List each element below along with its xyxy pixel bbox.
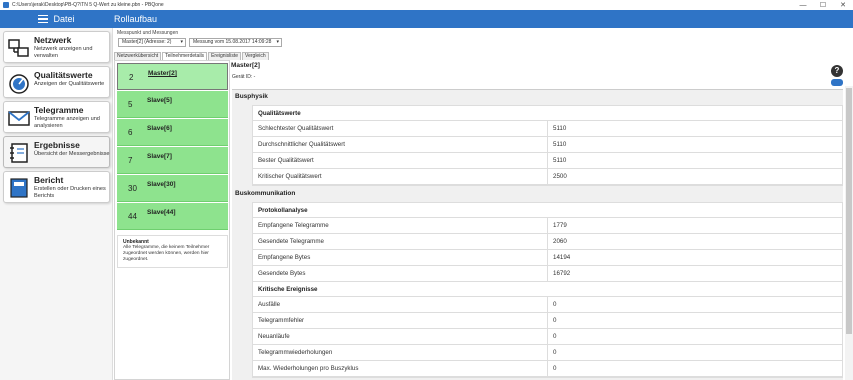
nav-subtitle: Anzeigen der Qualitätswerte xyxy=(34,81,105,87)
table-row: Telegrammwiederholungen 0 xyxy=(253,345,842,361)
device-item[interactable]: 5 Slave[5] xyxy=(117,91,228,118)
notebook-icon xyxy=(10,143,28,163)
nav-item-qualitaetswerte[interactable]: Qualitätswerte Anzeigen der Qualitätswer… xyxy=(3,66,110,98)
table-row: Durchschnittlicher Qualitätswert 5110 xyxy=(253,137,842,153)
quality-table: Qualitätswerte Schlechtester Qualitätswe… xyxy=(252,105,843,186)
window-path: C:\Users\jerak\Desktop\PB-Q?\TN 5 Q-Wert… xyxy=(12,2,164,8)
chevron-down-icon: ▾ xyxy=(276,39,279,45)
network-icon xyxy=(8,39,29,57)
details-title: Master[2] xyxy=(231,62,260,69)
section-buskommunikation: Buskommunikation xyxy=(235,190,296,197)
unknown-device-item[interactable]: Unbekannt Alle Telegramme, die keinem Te… xyxy=(117,235,228,268)
tab-netzwerkuebersicht[interactable]: Netzwerkübersicht xyxy=(114,52,162,60)
link-icon[interactable] xyxy=(831,79,843,86)
device-name: Slave[5] xyxy=(147,97,172,104)
table-row: Ausfälle 0 xyxy=(253,297,842,313)
table-row: Neuanläufe 0 xyxy=(253,329,842,345)
device-address: 7 xyxy=(128,156,133,165)
table-row: Max. Wiederholungen pro Buszyklus 0 xyxy=(253,361,842,377)
protocol-title: Protokollanalyse xyxy=(253,203,842,218)
device-details: Master[2] Gerät ID: - ? Busphysik Qualit… xyxy=(230,60,853,380)
scrollbar-thumb[interactable] xyxy=(846,88,852,334)
title-bar: C:\Users\jerak\Desktop\PB-Q?\TN 5 Q-Wert… xyxy=(0,0,853,10)
app-header: Datei Rollaufbau xyxy=(0,10,853,28)
nav-title: Bericht xyxy=(34,175,64,185)
nav-subtitle: Telegramme anzeigen und analysieren xyxy=(34,116,100,129)
nav-item-netzwerk[interactable]: Netzwerk Netzwerk anzeigen und verwalten xyxy=(3,31,110,63)
measure-point-select[interactable]: Master[2] (Adresse: 2) ▾ xyxy=(118,38,186,47)
nav-title: Telegramme xyxy=(34,105,84,115)
table-row: Empfangene Telegramme 1779 xyxy=(253,218,842,234)
report-icon xyxy=(10,178,28,198)
device-name: Slave[44] xyxy=(147,209,176,216)
tab-bar: Netzwerkübersicht Teilnehmerdetails Erei… xyxy=(114,52,270,60)
table-row: Empfangene Bytes 14194 xyxy=(253,250,842,266)
vertical-scrollbar[interactable] xyxy=(845,86,853,380)
section-busphysik: Busphysik xyxy=(235,93,268,100)
device-address: 30 xyxy=(128,184,137,193)
device-id: Gerät ID: - xyxy=(232,74,256,80)
table-row: Bester Qualitätswert 5110 xyxy=(253,153,842,169)
device-item[interactable]: 30 Slave[30] xyxy=(117,175,228,202)
nav-title: Ergebnisse xyxy=(34,140,80,150)
device-item[interactable]: 2 Master[2] xyxy=(117,63,228,90)
sidebar: Netzwerk Netzwerk anzeigen und verwalten… xyxy=(0,28,113,380)
table-row: Gesendete Bytes 16792 xyxy=(253,266,842,282)
measurement-value: Messung vom 15.08.2017 14:09:28 xyxy=(193,39,272,45)
chevron-down-icon: ▾ xyxy=(180,39,183,45)
nav-item-telegramme[interactable]: Telegramme Telegramme anzeigen und analy… xyxy=(3,101,110,133)
tab-teilnehmerdetails[interactable]: Teilnehmerdetails xyxy=(162,52,208,60)
device-name: Master[2] xyxy=(148,70,177,77)
device-name: Slave[7] xyxy=(147,153,172,160)
page-title: Rollaufbau xyxy=(114,14,158,24)
device-item[interactable]: 6 Slave[6] xyxy=(117,119,228,146)
gauge-icon xyxy=(9,74,29,94)
hamburger-icon xyxy=(38,15,49,23)
device-address: 2 xyxy=(129,73,134,82)
maximize-button[interactable]: ☐ xyxy=(813,0,833,10)
nav-title: Netzwerk xyxy=(34,35,72,45)
close-button[interactable]: ✕ xyxy=(833,0,853,10)
critical-title: Kritische Ereignisse xyxy=(253,282,842,297)
app-icon xyxy=(3,2,9,8)
protocol-table: Protokollanalyse Empfangene Telegramme 17… xyxy=(252,202,843,378)
nav-item-bericht[interactable]: Bericht Erstellen oder Drucken eines Ber… xyxy=(3,171,110,203)
file-menu-button[interactable]: Datei xyxy=(0,10,113,28)
details-panel: Busphysik Qualitätswerte Schlechtester Q… xyxy=(232,89,843,380)
table-row: Telegrammfehler 0 xyxy=(253,313,842,329)
nav-title: Qualitätswerte xyxy=(34,70,93,80)
nav-subtitle: Erstellen oder Drucken eines Berichts xyxy=(34,186,106,199)
nav-subtitle: Übersicht der Messergebnisse xyxy=(34,151,110,157)
tab-ereignisliste[interactable]: Ereignisliste xyxy=(208,52,242,60)
table-row: Kritischer Qualitätswert 2500 xyxy=(253,169,842,185)
measure-point-value: Master[2] (Adresse: 2) xyxy=(122,39,172,45)
file-menu-label: Datei xyxy=(53,14,75,24)
measurement-select[interactable]: Messung vom 15.08.2017 14:09:28 ▾ xyxy=(189,38,282,47)
table-row: Schlechtester Qualitätswert 5110 xyxy=(253,121,842,137)
table-row: Gesendete Telegramme 2060 xyxy=(253,234,842,250)
quality-title: Qualitätswerte xyxy=(253,106,842,121)
nav-item-ergebnisse[interactable]: Ergebnisse Übersicht der Messergebnisse xyxy=(3,136,110,168)
device-name: Slave[6] xyxy=(147,125,172,132)
unknown-description: Alle Telegramme, die keinem Teilnehmer z… xyxy=(123,245,210,262)
minimize-button[interactable]: — xyxy=(793,0,813,10)
device-name: Slave[30] xyxy=(147,181,176,188)
device-list: 2 Master[2] 5 Slave[5] 6 Slave[6] 7 Slav… xyxy=(114,60,230,380)
envelope-icon xyxy=(8,111,30,126)
device-item[interactable]: 7 Slave[7] xyxy=(117,147,228,174)
device-address: 5 xyxy=(128,100,133,109)
help-icon[interactable]: ? xyxy=(831,65,843,77)
device-item[interactable]: 44 Slave[44] xyxy=(117,203,228,230)
nav-subtitle: Netzwerk anzeigen und verwalten xyxy=(34,46,93,59)
tab-vergleich[interactable]: Vergleich xyxy=(242,52,269,60)
device-address: 44 xyxy=(128,212,137,221)
measurement-label: Messpunkt und Messungen xyxy=(117,30,179,36)
device-address: 6 xyxy=(128,128,133,137)
